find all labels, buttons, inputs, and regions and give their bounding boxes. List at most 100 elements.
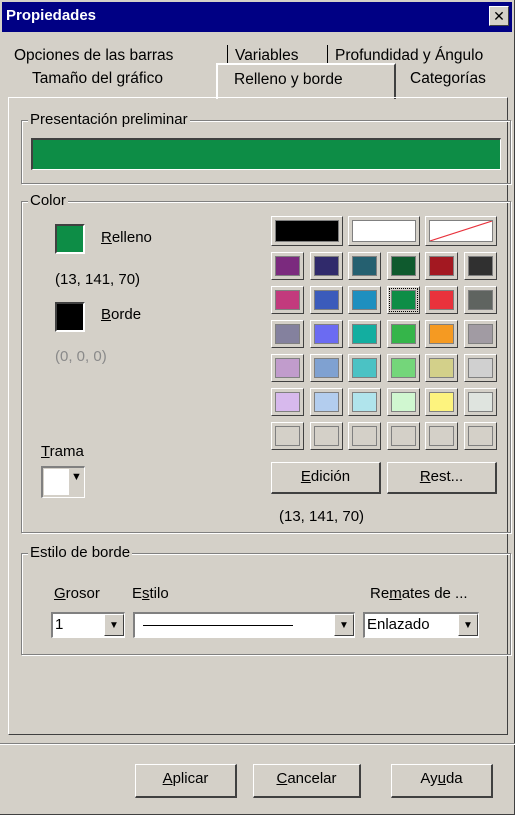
palette-swatch[interactable] xyxy=(386,252,420,280)
chevron-down-icon[interactable]: ▼ xyxy=(458,614,478,636)
palette-swatch-fill xyxy=(352,426,377,446)
palette-swatch[interactable] xyxy=(425,252,458,280)
palette-swatch-fill xyxy=(390,426,416,446)
palette-swatch[interactable] xyxy=(348,388,381,416)
palette-swatch[interactable] xyxy=(386,388,420,416)
cancel-button[interactable]: Cancelar xyxy=(253,764,361,798)
palette-swatch[interactable] xyxy=(309,422,343,450)
palette-swatch[interactable] xyxy=(309,320,343,348)
palette-swatch-fill xyxy=(313,324,339,344)
palette-swatch-fill xyxy=(352,358,377,378)
palette-swatch-fill xyxy=(429,220,493,242)
palette-swatch[interactable] xyxy=(386,286,420,314)
palette-swatch[interactable] xyxy=(348,422,381,450)
preview-swatch xyxy=(31,138,501,170)
palette-swatch-fill xyxy=(352,392,377,412)
caps-select[interactable]: Enlazado ▼ xyxy=(363,612,479,638)
fill-label: Relleno xyxy=(101,229,152,246)
palette-swatch[interactable] xyxy=(271,320,304,348)
palette-swatch[interactable] xyxy=(425,354,458,382)
palette-swatch-fill xyxy=(275,256,300,276)
tab-divider xyxy=(227,45,228,65)
palette-swatch[interactable] xyxy=(386,422,420,450)
palette-swatch-fill xyxy=(467,290,493,310)
help-button[interactable]: Ayuda xyxy=(391,764,493,798)
close-icon: ✕ xyxy=(493,8,505,24)
palette-swatch[interactable] xyxy=(425,422,458,450)
palette-swatch-fill xyxy=(390,392,416,412)
palette-swatch[interactable] xyxy=(463,320,497,348)
palette-swatch-fill xyxy=(352,220,416,242)
border-style-legend: Estilo de borde xyxy=(28,544,133,561)
palette-swatch-fill xyxy=(313,392,339,412)
palette-swatch[interactable] xyxy=(463,252,497,280)
palette-swatch[interactable] xyxy=(309,354,343,382)
no-color-swatch[interactable] xyxy=(425,216,497,246)
palette-swatch[interactable] xyxy=(271,388,304,416)
palette-swatch-fill xyxy=(429,392,454,412)
palette-swatch[interactable] xyxy=(348,216,420,246)
palette-swatch-fill xyxy=(352,290,377,310)
caps-value: Enlazado xyxy=(367,616,430,633)
palette-swatch-fill xyxy=(275,426,300,446)
tab-tamano-grafico[interactable]: Tamaño del gráfico xyxy=(32,67,163,93)
palette-swatch[interactable] xyxy=(309,252,343,280)
palette-swatch[interactable] xyxy=(425,286,458,314)
palette-swatch[interactable] xyxy=(271,216,343,246)
palette-swatch[interactable] xyxy=(386,354,420,382)
footer-divider xyxy=(0,743,515,745)
thickness-value: 1 xyxy=(55,616,64,633)
preview-legend: Presentación preliminar xyxy=(28,111,190,128)
palette-swatch-fill xyxy=(390,256,416,276)
chevron-down-icon[interactable]: ▼ xyxy=(104,614,124,636)
palette-swatch[interactable] xyxy=(271,354,304,382)
line-style-select[interactable]: ▼ xyxy=(133,612,355,638)
caps-label: Remates de ... xyxy=(370,585,468,602)
palette-swatch-fill xyxy=(275,290,300,310)
palette-swatch-fill xyxy=(429,256,454,276)
palette-swatch[interactable] xyxy=(463,286,497,314)
palette-swatch[interactable] xyxy=(348,320,381,348)
palette-swatch[interactable] xyxy=(309,388,343,416)
palette-swatch-fill xyxy=(275,324,300,344)
palette-swatch[interactable] xyxy=(271,286,304,314)
palette-swatch-fill xyxy=(313,290,339,310)
palette-swatch-fill xyxy=(429,358,454,378)
tab-categorias[interactable]: Categorías xyxy=(410,67,486,93)
palette-swatch[interactable] xyxy=(348,286,381,314)
tab-relleno-borde[interactable]: Relleno y borde xyxy=(216,63,396,99)
apply-button[interactable]: Aplicar xyxy=(135,764,237,798)
palette-swatch[interactable] xyxy=(463,388,497,416)
palette-swatch[interactable] xyxy=(386,320,420,348)
thickness-select[interactable]: 1 ▼ xyxy=(51,612,125,638)
palette-swatch[interactable] xyxy=(425,388,458,416)
window-title: Propiedades xyxy=(6,7,97,24)
palette-swatch-fill xyxy=(313,426,339,446)
fill-color-swatch[interactable] xyxy=(55,224,85,254)
border-color-swatch[interactable] xyxy=(55,302,85,332)
palette-swatch-fill xyxy=(275,392,300,412)
palette-swatch[interactable] xyxy=(271,252,304,280)
pattern-picker[interactable]: ▼ xyxy=(41,466,85,498)
title-bar: Propiedades ✕ xyxy=(2,2,512,32)
palette-swatch-fill xyxy=(390,358,416,378)
palette-swatch-fill xyxy=(275,358,300,378)
palette-swatch[interactable] xyxy=(309,286,343,314)
palette-swatch[interactable] xyxy=(463,422,497,450)
reset-color-button[interactable]: Rest... xyxy=(387,462,497,494)
thickness-label: Grosor xyxy=(54,585,100,602)
fill-rgb-value: (13, 141, 70) xyxy=(55,271,141,288)
style-label: Estilo xyxy=(132,585,169,602)
selected-rgb-value: (13, 141, 70) xyxy=(279,508,365,525)
close-button[interactable]: ✕ xyxy=(489,6,509,26)
palette-swatch[interactable] xyxy=(463,354,497,382)
pattern-preview xyxy=(44,469,69,495)
palette-swatch-fill xyxy=(352,256,377,276)
palette-swatch[interactable] xyxy=(348,252,381,280)
chevron-down-icon[interactable]: ▼ xyxy=(334,614,354,636)
palette-swatch[interactable] xyxy=(425,320,458,348)
palette-swatch[interactable] xyxy=(348,354,381,382)
palette-swatch[interactable] xyxy=(271,422,304,450)
edit-color-button[interactable]: Edición xyxy=(271,462,381,494)
tab-divider xyxy=(327,45,328,65)
